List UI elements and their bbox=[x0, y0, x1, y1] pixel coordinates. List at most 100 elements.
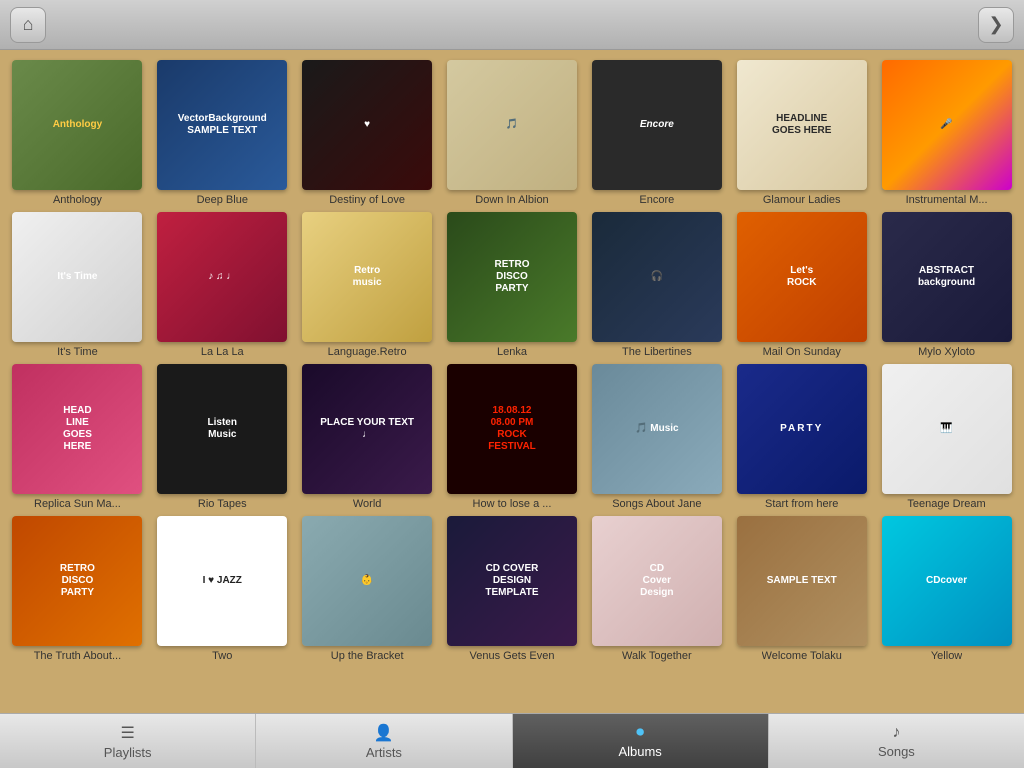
songs-icon: ♪ bbox=[892, 724, 900, 742]
album-title-lalala: La La La bbox=[201, 346, 244, 358]
album-item-deepblue[interactable]: VectorBackground SAMPLE TEXT Deep Blue bbox=[153, 60, 292, 206]
album-cover-text-rio: Listen Music bbox=[204, 413, 241, 445]
album-cover-anthology: Anthology bbox=[12, 60, 142, 190]
tab-albums[interactable]: ⏺ Albums bbox=[513, 714, 769, 768]
album-item-truth[interactable]: RETRO DISCO PARTY The Truth About... bbox=[8, 516, 147, 662]
album-cover-text-downalbion: 🎵 bbox=[502, 115, 522, 135]
album-title-truth: The Truth About... bbox=[34, 650, 121, 662]
album-title-songs: Songs About Jane bbox=[612, 498, 701, 510]
album-item-encore[interactable]: EncoreEncore bbox=[587, 60, 726, 206]
album-title-upbracket: Up the Bracket bbox=[331, 650, 404, 662]
album-cover-text-songs: 🎵 Music bbox=[631, 419, 683, 439]
album-item-rio[interactable]: Listen MusicRio Tapes bbox=[153, 364, 292, 510]
album-cover-mailonsunday: Let's ROCK bbox=[737, 212, 867, 342]
album-cover-text-mylo: ABSTRACT background bbox=[914, 261, 979, 293]
home-button[interactable]: ⌂ bbox=[10, 7, 46, 43]
album-item-welcome[interactable]: SAMPLE TEXTWelcome Tolaku bbox=[732, 516, 871, 662]
album-cover-text-retro: Retro music bbox=[349, 261, 386, 293]
album-cover-text-libertines: 🎧 bbox=[647, 267, 667, 287]
album-title-libertines: The Libertines bbox=[622, 346, 692, 358]
album-title-two: Two bbox=[212, 650, 232, 662]
album-cover-text-walk: CD Cover Design bbox=[636, 559, 677, 603]
album-cover-text-glamour: HEADLINE GOES HERE bbox=[768, 109, 835, 141]
album-cover-mylo: ABSTRACT background bbox=[882, 212, 1012, 342]
album-cover-howtlose: 18.08.12 08.00 PM ROCK FESTIVAL bbox=[447, 364, 577, 494]
header: ⌂ ❯ bbox=[0, 0, 1024, 50]
album-cover-yellow: CDcover bbox=[882, 516, 1012, 646]
album-title-mailonsunday: Mail On Sunday bbox=[763, 346, 841, 358]
album-cover-replica: HEAD LINE GOES HERE bbox=[12, 364, 142, 494]
album-cover-text-yellow: CDcover bbox=[922, 571, 971, 591]
album-cover-downalbion: 🎵 bbox=[447, 60, 577, 190]
album-cover-text-lenka: RETRO DISCO PARTY bbox=[490, 255, 533, 299]
album-title-deepblue: Deep Blue bbox=[197, 194, 248, 206]
album-item-mailonsunday[interactable]: Let's ROCK Mail On Sunday bbox=[732, 212, 871, 358]
album-item-two[interactable]: I ♥ JAZZ Two bbox=[153, 516, 292, 662]
album-cover-songs: 🎵 Music bbox=[592, 364, 722, 494]
album-item-songs[interactable]: 🎵 Music Songs About Jane bbox=[587, 364, 726, 510]
album-title-destiny: Destiny of Love bbox=[329, 194, 405, 206]
album-cover-text-start: PARTY bbox=[776, 419, 827, 439]
album-title-world: World bbox=[353, 498, 382, 510]
tab-label-albums: Albums bbox=[618, 744, 661, 759]
album-item-anthology[interactable]: Anthology Anthology bbox=[8, 60, 147, 206]
album-item-walk[interactable]: CD Cover DesignWalk Together bbox=[587, 516, 726, 662]
album-title-replica: Replica Sun Ma... bbox=[34, 498, 121, 510]
album-cover-libertines: 🎧 bbox=[592, 212, 722, 342]
album-cover-text-two: I ♥ JAZZ bbox=[199, 571, 246, 591]
album-cover-text-lalala: ♪ ♫ ♩ bbox=[204, 267, 240, 287]
album-cover-text-instrumental: 🎤 bbox=[936, 115, 956, 135]
main-content: Anthology Anthology VectorBackground SAMPL… bbox=[0, 50, 1024, 713]
album-title-howtlose: How to lose a ... bbox=[473, 498, 552, 510]
album-item-downalbion[interactable]: 🎵 Down In Albion bbox=[443, 60, 582, 206]
album-item-destiny[interactable]: ♥ Destiny of Love bbox=[298, 60, 437, 206]
album-title-retro: Language.Retro bbox=[328, 346, 407, 358]
album-item-replica[interactable]: HEAD LINE GOES HERE Replica Sun Ma... bbox=[8, 364, 147, 510]
album-title-encore: Encore bbox=[639, 194, 674, 206]
album-title-anthology: Anthology bbox=[53, 194, 102, 206]
album-cover-destiny: ♥ bbox=[302, 60, 432, 190]
album-cover-retro: Retro music bbox=[302, 212, 432, 342]
album-item-venus[interactable]: CD COVER DESIGN TEMPLATEVenus Gets Even bbox=[443, 516, 582, 662]
album-item-yellow[interactable]: CDcoverYellow bbox=[877, 516, 1016, 662]
album-item-start[interactable]: PARTYStart from here bbox=[732, 364, 871, 510]
tab-label-artists: Artists bbox=[366, 745, 402, 760]
tab-label-songs: Songs bbox=[878, 744, 915, 759]
album-cover-text-howtlose: 18.08.12 08.00 PM ROCK FESTIVAL bbox=[484, 401, 540, 457]
album-item-instrumental[interactable]: 🎤Instrumental M... bbox=[877, 60, 1016, 206]
album-cover-text-truth: RETRO DISCO PARTY bbox=[56, 559, 99, 603]
album-item-lalala[interactable]: ♪ ♫ ♩ La La La bbox=[153, 212, 292, 358]
album-cover-text-welcome: SAMPLE TEXT bbox=[763, 571, 841, 591]
album-item-world[interactable]: PLACE YOUR TEXT ♩ World bbox=[298, 364, 437, 510]
album-cover-text-anthology: Anthology bbox=[49, 115, 106, 135]
footer-nav: ☰Playlists👤Artists ⏺ Albums ♪ Songs bbox=[0, 713, 1024, 768]
album-cover-text-teenage: 🎹 bbox=[936, 419, 956, 439]
albums-grid: Anthology Anthology VectorBackground SAMPL… bbox=[8, 60, 1016, 662]
album-cover-truth: RETRO DISCO PARTY bbox=[12, 516, 142, 646]
album-item-lenka[interactable]: RETRO DISCO PARTYLenka bbox=[443, 212, 582, 358]
album-item-upbracket[interactable]: 👶Up the Bracket bbox=[298, 516, 437, 662]
back-button[interactable]: ❯ bbox=[978, 7, 1014, 43]
album-item-libertines[interactable]: 🎧 The Libertines bbox=[587, 212, 726, 358]
tab-label-playlists: Playlists bbox=[104, 745, 152, 760]
album-cover-walk: CD Cover Design bbox=[592, 516, 722, 646]
album-cover-text-replica: HEAD LINE GOES HERE bbox=[59, 401, 96, 457]
album-title-downalbion: Down In Albion bbox=[475, 194, 548, 206]
album-item-teenage[interactable]: 🎹Teenage Dream bbox=[877, 364, 1016, 510]
tab-playlists[interactable]: ☰Playlists bbox=[0, 714, 256, 768]
tab-artists[interactable]: 👤Artists bbox=[256, 714, 512, 768]
album-title-mylo: Mylo Xyloto bbox=[918, 346, 975, 358]
tab-songs[interactable]: ♪ Songs bbox=[769, 714, 1024, 768]
album-item-howtlose[interactable]: 18.08.12 08.00 PM ROCK FESTIVAL How to lo… bbox=[443, 364, 582, 510]
album-title-venus: Venus Gets Even bbox=[469, 650, 554, 662]
album-item-retro[interactable]: Retro music Language.Retro bbox=[298, 212, 437, 358]
album-item-mylo[interactable]: ABSTRACT background Mylo Xyloto bbox=[877, 212, 1016, 358]
album-item-itstime[interactable]: It's TimeIt's Time bbox=[8, 212, 147, 358]
album-item-glamour[interactable]: HEADLINE GOES HEREGlamour Ladies bbox=[732, 60, 871, 206]
album-cover-text-deepblue: VectorBackground SAMPLE TEXT bbox=[174, 109, 271, 141]
album-cover-text-world: PLACE YOUR TEXT ♩ bbox=[316, 413, 418, 445]
album-cover-welcome: SAMPLE TEXT bbox=[737, 516, 867, 646]
album-cover-world: PLACE YOUR TEXT ♩ bbox=[302, 364, 432, 494]
album-cover-two: I ♥ JAZZ bbox=[157, 516, 287, 646]
albums-icon: ⏺ bbox=[636, 724, 644, 742]
